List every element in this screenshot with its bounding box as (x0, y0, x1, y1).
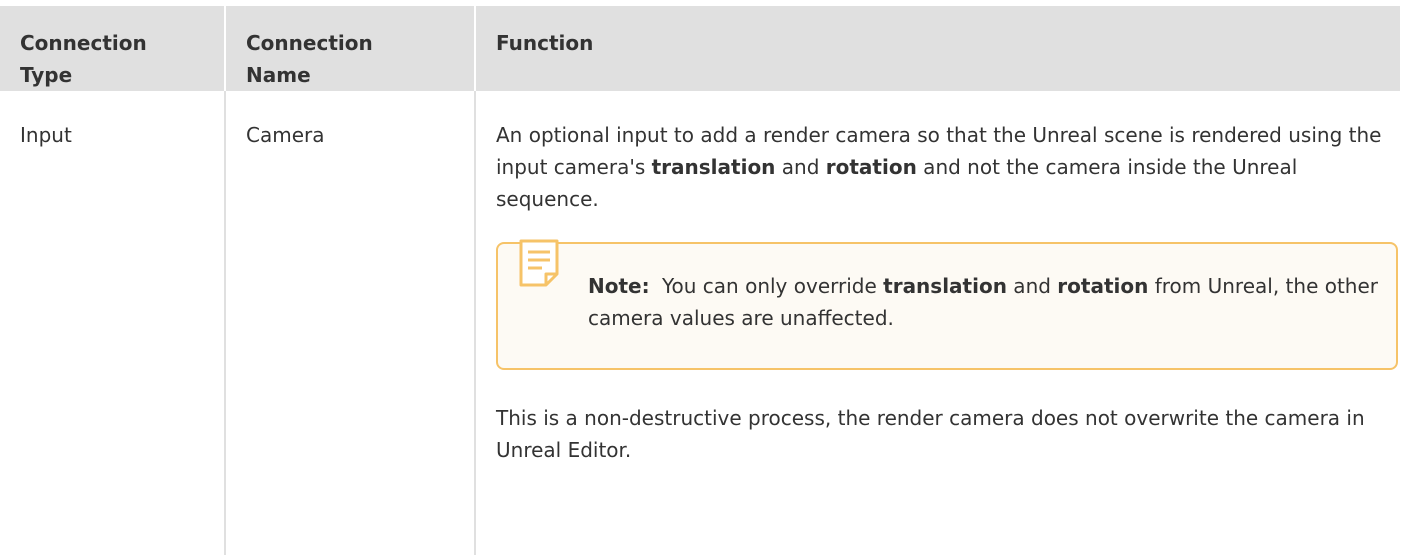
function-description-bold-rotation: rotation (825, 155, 917, 179)
header-function-label: Function (496, 31, 594, 55)
note-part2: and (1006, 274, 1058, 298)
note-bold-rotation: rotation (1057, 274, 1149, 298)
note-part1: You can only override (661, 274, 884, 298)
header-connection-type: Connection Type (0, 6, 226, 91)
function-note-followup: This is a non-destructive process, the r… (496, 406, 1365, 462)
note-callout: Note: You can only override translation … (496, 239, 1398, 370)
table-header-row: Connection Type Connection Name Function (0, 6, 1401, 91)
note-icon (519, 239, 559, 287)
note-bold-translation: translation (883, 274, 1007, 298)
table-row: Input Camera An optional input to add a … (0, 91, 1401, 555)
connection-name-value: Camera (246, 123, 325, 147)
header-connection-name: Connection Name (224, 6, 476, 91)
function-description: An optional input to add a render camera… (496, 119, 1391, 215)
cell-connection-type: Input (0, 91, 225, 555)
note-text: Note: You can only override translation … (588, 270, 1382, 334)
header-connection-type-line1: Connection (20, 31, 147, 55)
header-connection-type-line2: Type (20, 63, 73, 87)
cell-function: An optional input to add a render camera… (474, 91, 1401, 555)
cell-connection-name: Camera (224, 91, 475, 555)
header-connection-name-line1: Connection (246, 31, 373, 55)
header-connection-name-line2: Name (246, 63, 311, 87)
connection-type-value: Input (20, 123, 72, 147)
note-label: Note: (588, 274, 650, 298)
function-description-bold-translation: translation (651, 155, 776, 179)
header-function: Function (474, 6, 1401, 91)
function-description-part2: and (775, 155, 826, 179)
connections-table: Connection Type Connection Name Function… (0, 6, 1401, 555)
